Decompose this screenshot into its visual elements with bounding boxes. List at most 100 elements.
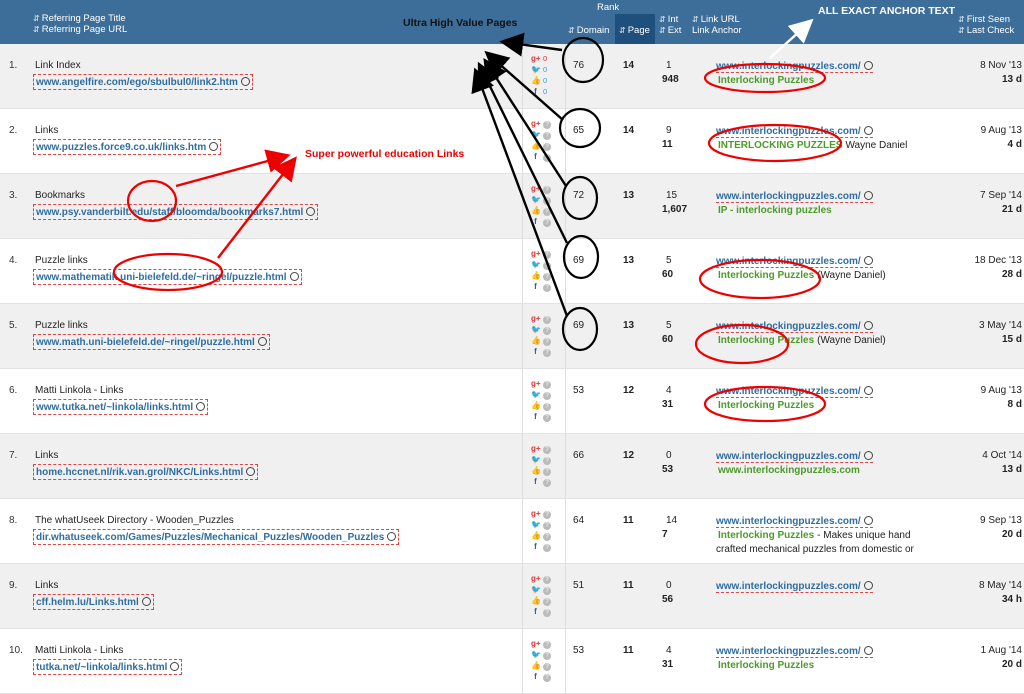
twitter-icon[interactable]: 🐦 <box>531 195 541 204</box>
like-icon[interactable]: 👍 <box>531 76 541 85</box>
table-row[interactable]: 10. Matti Linkola - Links tutka.net/~lin… <box>0 629 1024 694</box>
facebook-icon[interactable]: f <box>531 347 540 356</box>
sort-domain-rank[interactable]: ⇵ Domain <box>568 25 609 36</box>
facebook-icon[interactable]: f <box>531 87 540 96</box>
google-plus-icon[interactable]: g+ <box>531 119 541 128</box>
sort-first-seen[interactable]: ⇵ First Seen <box>958 14 1010 25</box>
referring-page-url[interactable]: www.angelfire.com/ego/sbulbul0/link2.htm <box>33 74 253 90</box>
link-url[interactable]: www.interlockingpuzzles.com/ <box>716 320 873 333</box>
google-plus-icon[interactable]: g+ <box>531 314 541 323</box>
sort-int[interactable]: ⇵ Int <box>659 14 678 25</box>
magnifier-icon[interactable] <box>387 532 397 541</box>
facebook-icon[interactable]: f <box>531 672 540 681</box>
link-url[interactable]: www.interlockingpuzzles.com/ <box>716 60 873 73</box>
like-icon[interactable]: 👍 <box>531 466 541 475</box>
sort-last-check[interactable]: ⇵ Last Check <box>958 25 1014 36</box>
magnifier-icon[interactable] <box>246 467 256 476</box>
table-row[interactable]: 8. The whatUseek Directory - Wooden_Puzz… <box>0 499 1024 564</box>
magnifier-icon[interactable] <box>863 61 873 70</box>
twitter-icon[interactable]: 🐦 <box>531 390 541 399</box>
table-row[interactable]: 9. Links cff.helm.lu/Links.html g+? 🐦? 👍? f… <box>0 564 1024 629</box>
link-url[interactable]: www.interlockingpuzzles.com/ <box>716 645 873 658</box>
like-icon[interactable]: 👍 <box>531 206 541 215</box>
magnifier-icon[interactable] <box>209 142 219 151</box>
domain-rank: 53 <box>573 645 585 656</box>
sort-referring-url[interactable]: ⇵ Referring Page URL <box>33 24 127 35</box>
referring-page-url[interactable]: home.hccnet.nl/rik.van.grol/NKC/Links.ht… <box>33 464 259 480</box>
magnifier-icon[interactable] <box>257 337 267 346</box>
table-row[interactable]: 3. Bookmarks www.psy.vanderbilt.edu/staf… <box>0 174 1024 239</box>
magnifier-icon[interactable] <box>863 256 873 265</box>
facebook-icon[interactable]: f <box>531 477 540 486</box>
magnifier-icon[interactable] <box>863 386 873 395</box>
magnifier-icon[interactable] <box>863 451 873 460</box>
twitter-icon[interactable]: 🐦 <box>531 325 541 334</box>
like-icon[interactable]: 👍 <box>531 531 541 540</box>
facebook-icon[interactable]: f <box>531 542 540 551</box>
google-plus-icon[interactable]: g+ <box>531 379 541 388</box>
link-url[interactable]: www.interlockingpuzzles.com/ <box>716 515 873 528</box>
google-plus-icon[interactable]: g+ <box>531 184 541 193</box>
twitter-icon[interactable]: 🐦 <box>531 585 541 594</box>
twitter-icon[interactable]: 🐦 <box>531 65 541 74</box>
link-url[interactable]: www.interlockingpuzzles.com/ <box>716 450 873 463</box>
like-icon[interactable]: 👍 <box>531 661 541 670</box>
link-url[interactable]: www.interlockingpuzzles.com/ <box>716 385 873 398</box>
referring-page-url[interactable]: cff.helm.lu/Links.html <box>33 594 154 610</box>
google-plus-icon[interactable]: g+ <box>531 249 541 258</box>
twitter-icon[interactable]: 🐦 <box>531 650 541 659</box>
twitter-icon[interactable]: 🐦 <box>531 455 541 464</box>
magnifier-icon[interactable] <box>863 646 873 655</box>
twitter-icon[interactable]: 🐦 <box>531 520 541 529</box>
magnifier-icon[interactable] <box>289 272 299 281</box>
sort-page-rank[interactable]: ⇵ Page <box>619 25 650 36</box>
table-row[interactable]: 6. Matti Linkola - Links www.tutka.net/~… <box>0 369 1024 434</box>
magnifier-icon[interactable] <box>863 126 873 135</box>
table-row[interactable]: 1. Link Index www.angelfire.com/ego/sbul… <box>0 44 1024 109</box>
facebook-icon[interactable]: f <box>531 152 540 161</box>
referring-page-url[interactable]: www.psy.vanderbilt.edu/staff/bloomda/boo… <box>33 204 319 220</box>
magnifier-icon[interactable] <box>170 662 180 671</box>
table-row[interactable]: 5. Puzzle links www.math.uni-bielefeld.d… <box>0 304 1024 369</box>
referring-page-url[interactable]: dir.whatuseek.com/Games/Puzzles/Mechanic… <box>33 529 400 545</box>
google-plus-icon[interactable]: g+ <box>531 574 541 583</box>
magnifier-icon[interactable] <box>863 191 873 200</box>
referring-page-url[interactable]: www.puzzles.force9.co.uk/links.htm <box>33 139 222 155</box>
magnifier-icon[interactable] <box>863 321 873 330</box>
like-icon[interactable]: 👍 <box>531 271 541 280</box>
google-plus-icon[interactable]: g+ <box>531 444 541 453</box>
like-icon[interactable]: 👍 <box>531 401 541 410</box>
facebook-icon[interactable]: f <box>531 217 540 226</box>
magnifier-icon[interactable] <box>863 516 873 525</box>
magnifier-icon[interactable] <box>306 207 316 216</box>
link-url[interactable]: www.interlockingpuzzles.com/ <box>716 125 873 138</box>
referring-page-url[interactable]: www.tutka.net/~linkola/links.html <box>33 399 209 415</box>
sort-referring-title[interactable]: ⇵ Referring Page Title <box>33 13 126 24</box>
twitter-icon[interactable]: 🐦 <box>531 260 541 269</box>
like-icon[interactable]: 👍 <box>531 596 541 605</box>
sort-ext[interactable]: ⇵ Ext <box>659 25 681 36</box>
referring-page-url[interactable]: www.mathematik.uni-bielefeld.de/~ringel/… <box>33 269 302 285</box>
facebook-icon[interactable]: f <box>531 412 540 421</box>
facebook-icon[interactable]: f <box>531 282 540 291</box>
like-icon[interactable]: 👍 <box>531 336 541 345</box>
table-row[interactable]: 2. Links www.puzzles.force9.co.uk/links.… <box>0 109 1024 174</box>
magnifier-icon[interactable] <box>240 77 250 86</box>
like-icon[interactable]: 👍 <box>531 141 541 150</box>
google-plus-icon[interactable]: g+ <box>531 639 541 648</box>
magnifier-icon[interactable] <box>196 402 206 411</box>
magnifier-icon[interactable] <box>863 581 873 590</box>
link-url[interactable]: www.interlockingpuzzles.com/ <box>716 190 873 203</box>
link-url[interactable]: www.interlockingpuzzles.com/ <box>716 255 873 268</box>
table-row[interactable]: 4. Puzzle links www.mathematik.uni-biele… <box>0 239 1024 304</box>
magnifier-icon[interactable] <box>141 597 151 606</box>
facebook-icon[interactable]: f <box>531 607 540 616</box>
referring-page-url[interactable]: tutka.net/~linkola/links.html <box>33 659 183 675</box>
sort-link-url[interactable]: ⇵ Link URL <box>692 14 740 25</box>
link-url[interactable]: www.interlockingpuzzles.com/ <box>716 580 873 593</box>
table-row[interactable]: 7. Links home.hccnet.nl/rik.van.grol/NKC… <box>0 434 1024 499</box>
google-plus-icon[interactable]: g+ <box>531 54 541 63</box>
google-plus-icon[interactable]: g+ <box>531 509 541 518</box>
referring-page-url[interactable]: www.math.uni-bielefeld.de/~ringel/puzzle… <box>33 334 270 350</box>
twitter-icon[interactable]: 🐦 <box>531 130 541 139</box>
